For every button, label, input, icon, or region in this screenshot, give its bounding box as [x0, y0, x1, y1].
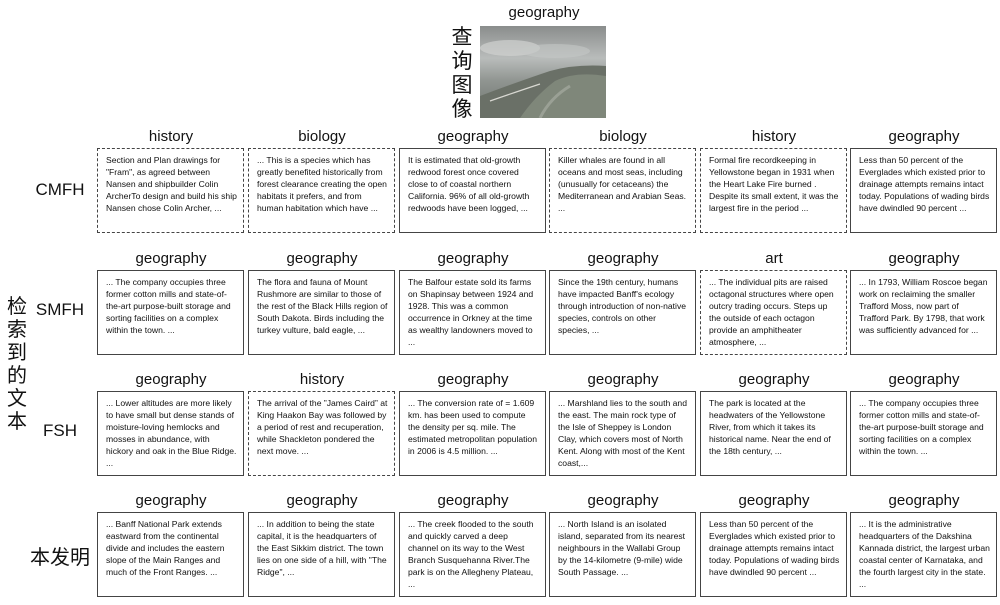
query-label: 查询图像: [451, 26, 473, 121]
result-category: geography: [286, 492, 358, 509]
result-category: geography: [437, 250, 509, 267]
result-category: geography: [286, 250, 358, 267]
result-category: geography: [738, 492, 810, 509]
method-label: FSH: [43, 421, 77, 440]
result-text-relevant: ... In addition to being the state capit…: [248, 512, 395, 597]
result-text-relevant: The park is located at the headwaters of…: [700, 391, 847, 476]
result-category: geography: [135, 492, 207, 509]
result-category: geography: [888, 250, 960, 267]
result-text-relevant: Since the 19th century, humans have impa…: [549, 270, 696, 355]
query-category: geography: [508, 4, 580, 21]
result-text-relevant: ... Marshland lies to the south and the …: [549, 391, 696, 476]
result-text-relevant: The flora and fauna of Mount Rushmore ar…: [248, 270, 395, 355]
result-category: geography: [888, 492, 960, 509]
result-text-relevant: It is estimated that old-growth redwood …: [399, 148, 546, 233]
result-category: geography: [888, 128, 960, 145]
result-category: biology: [599, 128, 647, 145]
result-category: geography: [135, 371, 207, 388]
result-text-relevant: ... In 1793, William Roscoe began work o…: [850, 270, 997, 355]
aerial-coastline-image: [480, 26, 606, 118]
result-category: geography: [587, 492, 659, 509]
result-category: history: [148, 128, 194, 145]
result-text-irrelevant: ... The individual pits are raised octag…: [700, 270, 847, 355]
query-image: [480, 26, 606, 118]
result-text-relevant: Less than 50 percent of the Everglades w…: [850, 148, 997, 233]
method-label: CMFH: [35, 180, 85, 199]
result-text-relevant: ... Lower altitudes are more likely to h…: [97, 391, 244, 476]
result-text-relevant: ... It is the administrative headquarter…: [850, 512, 997, 597]
result-text-relevant: ... The company occupies three former co…: [850, 391, 997, 476]
result-text-irrelevant: Section and Plan drawings for "Fram", as…: [97, 148, 244, 233]
result-text-relevant: Less than 50 percent of the Everglades w…: [700, 512, 847, 597]
result-category: art: [765, 250, 783, 267]
method-label: SMFH: [35, 300, 85, 319]
result-text-relevant: ... Banff National Park extends eastward…: [97, 512, 244, 597]
result-category: geography: [437, 128, 509, 145]
result-category: geography: [738, 371, 810, 388]
result-text-irrelevant: The arrival of the ”James Caird” at King…: [248, 391, 395, 476]
result-text-relevant: ... The conversion rate of = 1.609 km. h…: [399, 391, 546, 476]
result-category: geography: [437, 371, 509, 388]
result-category: geography: [587, 250, 659, 267]
result-text-irrelevant: ... This is a species which has greatly …: [248, 148, 395, 233]
result-text-relevant: The Balfour estate sold its farms on Sha…: [399, 270, 546, 355]
result-text-relevant: ... The company occupies three former co…: [97, 270, 244, 355]
result-category: geography: [888, 371, 960, 388]
result-text-relevant: ... North Island is an isolated island, …: [549, 512, 696, 597]
result-category: history: [751, 128, 797, 145]
result-text-irrelevant: Killer whales are found in all oceans an…: [549, 148, 696, 233]
result-category: geography: [437, 492, 509, 509]
result-text-relevant: ... The creek flooded to the south and q…: [399, 512, 546, 597]
result-category: geography: [135, 250, 207, 267]
result-category: history: [299, 371, 345, 388]
method-label: 本发明: [30, 547, 90, 569]
result-text-irrelevant: Formal fire recordkeeping in Yellowstone…: [700, 148, 847, 233]
result-category: geography: [587, 371, 659, 388]
result-category: biology: [298, 128, 346, 145]
